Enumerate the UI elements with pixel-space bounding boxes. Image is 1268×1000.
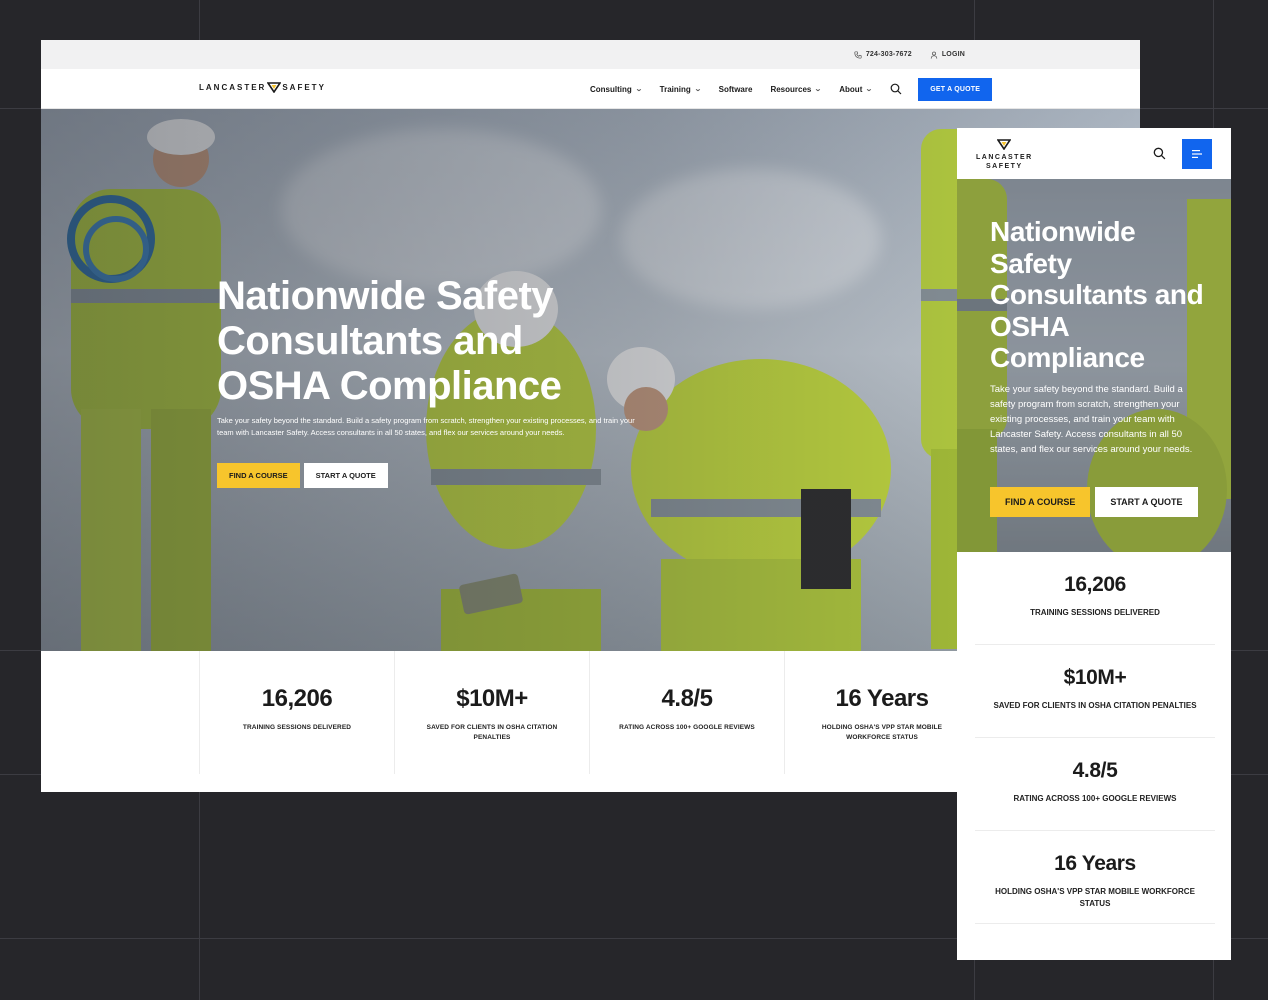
chevron-down-icon: ⌄ <box>693 86 702 93</box>
hero-description: Take your safety beyond the standard. Bu… <box>217 416 635 437</box>
stat-value: 4.8/5 <box>1072 759 1118 782</box>
logo-text-left: LANCASTER <box>199 83 267 92</box>
main-navigation: LANCASTER SAFETY Consulting ⌄ Training ⌄ S… <box>41 69 1140 109</box>
logo-mark-icon <box>996 139 1012 151</box>
logo-text-right: SAFETY <box>282 83 326 92</box>
nav-label: Consulting <box>590 84 632 94</box>
stat-item: 16,206 TRAINING SESSIONS DELIVERED <box>199 651 394 774</box>
stat-item: 4.8/5 RATING ACROSS 100+ GOOGLE REVIEWS <box>589 651 784 774</box>
search-icon[interactable] <box>890 83 902 95</box>
chevron-down-icon: ⌄ <box>865 86 874 93</box>
nav-item-training[interactable]: Training ⌄ <box>659 84 702 94</box>
mobile-stats-list: 16,206 TRAINING SESSIONS DELIVERED $10M+… <box>975 552 1215 924</box>
hamburger-menu-icon <box>1192 150 1202 158</box>
find-a-course-button[interactable]: FIND A COURSE <box>990 487 1091 517</box>
nav-item-about[interactable]: About ⌄ <box>839 84 874 94</box>
mobile-header: LANCASTER SAFETY <box>957 128 1231 179</box>
stat-label: TRAINING SESSIONS DELIVERED <box>242 724 352 731</box>
logo-text-line1: LANCASTER <box>976 154 1033 161</box>
stat-item: 4.8/5 RATING ACROSS 100+ GOOGLE REVIEWS <box>975 738 1215 831</box>
nav-label: About <box>839 84 863 94</box>
user-icon <box>930 51 937 59</box>
hero-title: Nationwide Safety Consultants and OSHA C… <box>217 274 562 408</box>
stat-value: $10M+ <box>456 685 528 712</box>
nav-item-consulting[interactable]: Consulting ⌄ <box>590 84 643 94</box>
nav-item-software[interactable]: Software <box>719 85 753 94</box>
stat-label: SAVED FOR CLIENTS IN OSHA CITATION PENAL… <box>426 724 558 741</box>
start-a-quote-button[interactable]: START A QUOTE <box>303 463 388 488</box>
stat-item: $10M+ SAVED FOR CLIENTS IN OSHA CITATION… <box>394 651 589 774</box>
stat-label: SAVED FOR CLIENTS IN OSHA CITATION PENAL… <box>993 701 1197 710</box>
stat-label: HOLDING OSHA'S VPP STAR MOBILE WORKFORCE… <box>995 887 1195 908</box>
get-a-quote-button[interactable]: GET A QUOTE <box>918 77 993 101</box>
nav-label: Training <box>659 84 691 94</box>
phone-number: 724-303-7672 <box>865 51 912 58</box>
stat-value: 16,206 <box>261 685 333 712</box>
start-a-quote-button[interactable]: START A QUOTE <box>1095 487 1198 517</box>
stat-label: RATING ACROSS 100+ GOOGLE REVIEWS <box>619 724 755 731</box>
stat-item: 16 Years HOLDING OSHA'S VPP STAR MOBILE … <box>784 651 979 774</box>
stat-label: RATING ACROSS 100+ GOOGLE REVIEWS <box>1013 794 1177 803</box>
hero-title: Nationwide Safety Consultants and OSHA C… <box>990 216 1204 373</box>
stat-value: 16 Years <box>835 685 930 712</box>
nav-label: Software <box>718 84 753 94</box>
menu-button[interactable] <box>1182 139 1212 169</box>
hero-buttons: FIND A COURSE START A QUOTE <box>990 487 1198 517</box>
stat-label: TRAINING SESSIONS DELIVERED <box>1030 608 1160 617</box>
stat-value: $10M+ <box>1063 666 1127 689</box>
nav-menu: Consulting ⌄ Training ⌄ Software Resources… <box>590 69 993 109</box>
hero-description: Take your safety beyond the standard. Bu… <box>990 384 1193 455</box>
login-link[interactable]: LOGIN <box>930 51 965 59</box>
logo-mark-icon <box>267 82 282 93</box>
login-label: LOGIN <box>941 51 965 58</box>
find-a-course-button[interactable]: FIND A COURSE <box>217 463 300 488</box>
chevron-down-icon: ⌄ <box>634 86 643 93</box>
nav-label: Resources <box>770 84 812 94</box>
logo-text-line2: SAFETY <box>986 163 1023 170</box>
stat-value: 16,206 <box>1064 573 1126 596</box>
stat-item: $10M+ SAVED FOR CLIENTS IN OSHA CITATION… <box>975 645 1215 738</box>
stat-value: 16 Years <box>1054 852 1136 875</box>
hero-buttons: FIND A COURSE START A QUOTE <box>217 463 388 488</box>
phone-icon <box>854 50 862 59</box>
mobile-mockup: LANCASTER SAFETY Nationwide Safety Consu… <box>957 128 1231 960</box>
nav-item-resources[interactable]: Resources ⌄ <box>770 84 823 94</box>
stat-item: 16 Years HOLDING OSHA'S VPP STAR MOBILE … <box>975 831 1215 924</box>
stat-value: 4.8/5 <box>661 685 713 712</box>
site-logo[interactable]: LANCASTER SAFETY <box>199 82 326 93</box>
mobile-hero-section: Nationwide Safety Consultants and OSHA C… <box>957 179 1231 552</box>
phone-link[interactable]: 724-303-7672 <box>854 50 912 59</box>
stat-item: 16,206 TRAINING SESSIONS DELIVERED <box>975 552 1215 645</box>
stat-label: HOLDING OSHA'S VPP STAR MOBILE WORKFORCE… <box>821 724 943 741</box>
chevron-down-icon: ⌄ <box>814 86 823 93</box>
utility-bar: 724-303-7672 LOGIN <box>41 40 1140 69</box>
mobile-site-logo[interactable]: LANCASTER SAFETY <box>976 139 1033 171</box>
search-icon[interactable] <box>1153 147 1166 160</box>
